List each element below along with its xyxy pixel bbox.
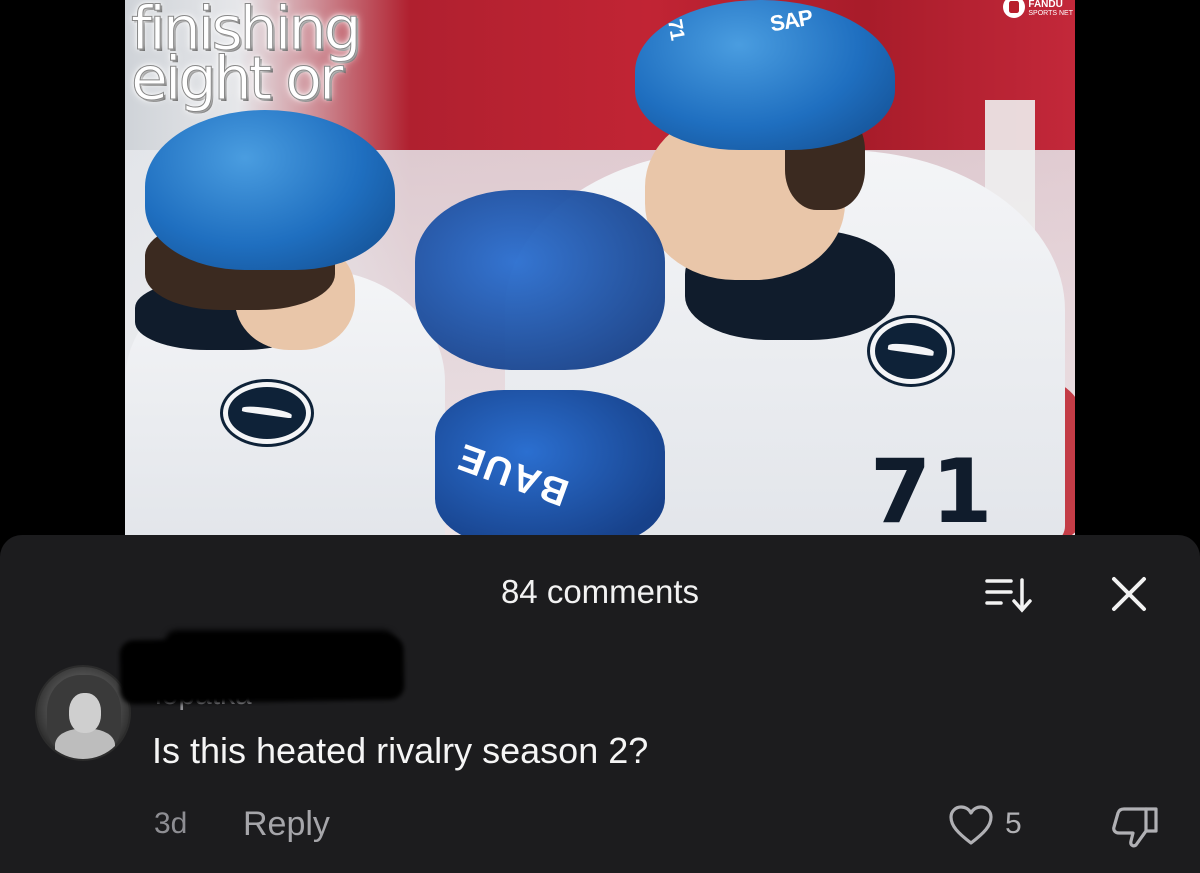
comments-sheet: 84 comments Is this heated rivalry seaso… xyxy=(0,535,1200,873)
team-logo xyxy=(870,318,952,384)
thumbs-down-icon xyxy=(1112,807,1158,848)
team-logo xyxy=(223,382,311,444)
helmet-number: 71 xyxy=(663,17,689,42)
heart-outline-icon xyxy=(949,805,993,845)
close-icon xyxy=(1112,577,1146,611)
broadcaster-name: FANDU xyxy=(1028,0,1063,10)
reply-button[interactable]: Reply xyxy=(243,805,330,844)
broadcaster-icon xyxy=(1003,0,1026,18)
caption-line-2: eight or xyxy=(131,44,345,114)
broadcaster-logo: FANDU SPORTS NET xyxy=(1003,0,1073,18)
comment-text: Is this heated rivalry season 2? xyxy=(152,730,649,771)
username-redaction xyxy=(119,635,405,705)
close-button[interactable] xyxy=(1106,571,1152,617)
dislike-button[interactable] xyxy=(1110,805,1160,849)
player-left-helmet xyxy=(145,110,395,270)
like-count: 5 xyxy=(1005,807,1022,840)
broadcaster-sub: SPORTS NET xyxy=(1028,10,1073,17)
like-button[interactable] xyxy=(948,805,994,847)
sort-button[interactable] xyxy=(984,575,1032,615)
app-screen: SAP 71 71 BAUE finishing eight or FANDU … xyxy=(0,0,1200,873)
video-frame[interactable]: SAP 71 71 BAUE finishing eight or FANDU … xyxy=(125,0,1075,545)
jersey-number: 71 xyxy=(870,440,993,543)
video-caption: finishing eight or xyxy=(131,0,363,114)
comment-timestamp: 3d xyxy=(154,807,188,840)
avatar[interactable] xyxy=(35,665,131,761)
arm xyxy=(415,190,665,370)
avatar-face xyxy=(69,693,101,733)
sort-icon xyxy=(985,578,1032,613)
avatar-body xyxy=(55,729,115,759)
